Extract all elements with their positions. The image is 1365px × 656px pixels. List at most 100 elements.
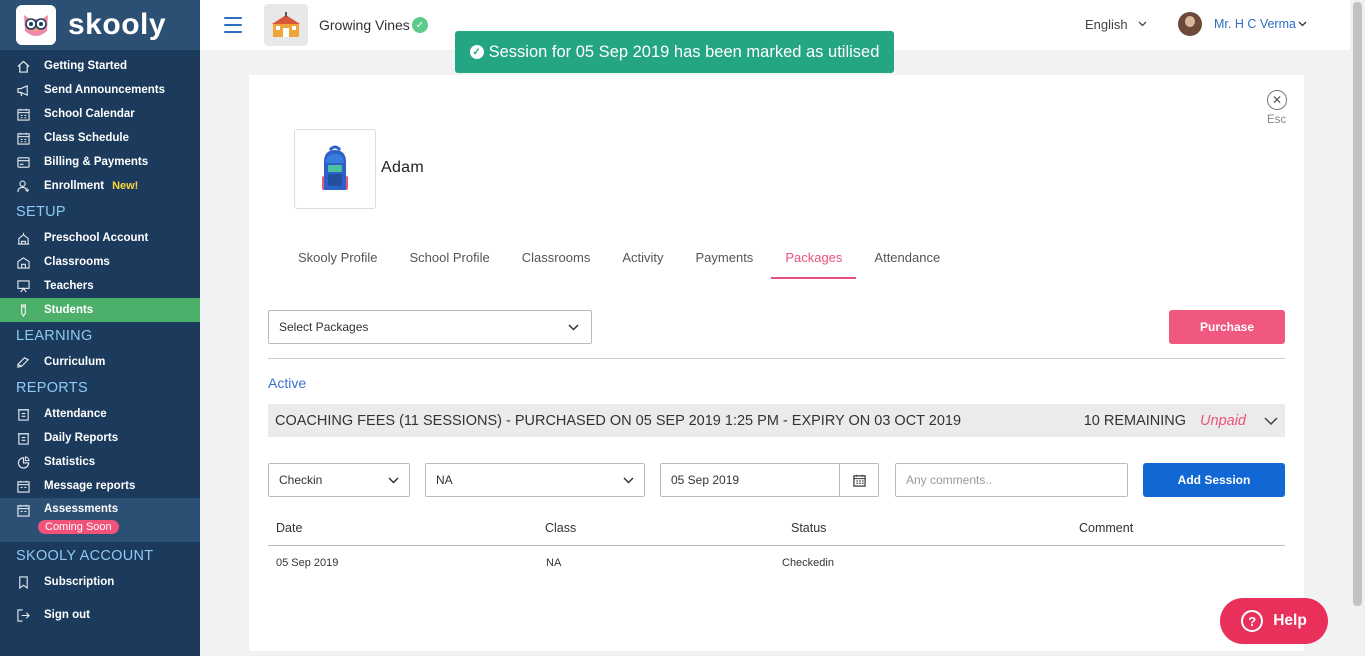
active-section-label: Active xyxy=(268,375,307,391)
sidebar-item-label: Send Announcements xyxy=(44,84,165,96)
table-cell-date: 05 Sep 2019 xyxy=(276,557,339,569)
clipboard-icon xyxy=(16,431,30,445)
chevron-down-icon[interactable] xyxy=(1264,413,1278,429)
verified-icon: ✓ xyxy=(411,17,428,33)
sidebar-item-attendance[interactable]: Attendance xyxy=(0,402,200,426)
table-divider xyxy=(268,545,1285,546)
select-packages-dropdown[interactable]: Select Packages xyxy=(268,310,592,344)
language-label: English xyxy=(1085,17,1128,32)
menu-toggle-icon[interactable] xyxy=(224,17,242,33)
tab-skooly-profile[interactable]: Skooly Profile xyxy=(284,240,391,279)
sidebar-item-label: Teachers xyxy=(44,280,94,292)
book-icon xyxy=(16,355,30,369)
sidebar-item-teachers[interactable]: Teachers xyxy=(0,274,200,298)
owl-logo-icon xyxy=(16,5,56,45)
table-header-status[interactable]: Status xyxy=(791,521,826,535)
table-header-comment[interactable]: Comment xyxy=(1079,521,1133,535)
tab-payments[interactable]: Payments xyxy=(682,240,768,279)
success-toast: ✓ Session for 05 Sep 2019 has been marke… xyxy=(455,31,894,73)
user-menu[interactable]: Mr. H C Verma xyxy=(1178,12,1307,36)
scrollbar-thumb[interactable] xyxy=(1353,2,1362,606)
sidebar-item-label: Preschool Account xyxy=(44,232,149,244)
school-name[interactable]: Growing Vines ✓ xyxy=(319,17,428,33)
sidebar-item-message-reports[interactable]: Message reports xyxy=(0,474,200,498)
sidebar-item-label: Subscription xyxy=(44,576,115,588)
logo[interactable]: skooly xyxy=(0,0,200,50)
logo-text: skooly xyxy=(68,8,167,41)
calendar-icon xyxy=(16,131,30,145)
backpack-icon xyxy=(322,145,348,190)
date-input[interactable]: 05 Sep 2019 xyxy=(660,463,840,497)
sign-out-icon xyxy=(16,608,30,622)
sidebar-item-daily-reports[interactable]: Daily Reports xyxy=(0,426,200,450)
comment-input[interactable]: Any comments.. xyxy=(895,463,1128,497)
sidebar-item-label: Getting Started xyxy=(44,60,128,72)
esc-label: Esc xyxy=(1267,114,1287,126)
sidebar-item-assessments[interactable]: Assessments Coming Soon xyxy=(0,498,200,542)
language-select[interactable]: English xyxy=(1085,17,1147,32)
select-packages-label: Select Packages xyxy=(279,320,369,334)
sidebar-item-getting-started[interactable]: Getting Started xyxy=(0,54,200,78)
session-type-value: Checkin xyxy=(279,473,323,487)
toast-message: Session for 05 Sep 2019 has been marked … xyxy=(488,42,880,61)
student-avatar xyxy=(294,129,376,209)
page-scrollbar[interactable] xyxy=(1350,0,1365,656)
sidebar-item-school-calendar[interactable]: School Calendar xyxy=(0,102,200,126)
sidebar-item-curriculum[interactable]: Curriculum xyxy=(0,350,200,374)
sidebar-item-label: Class Schedule xyxy=(44,132,130,144)
user-add-icon xyxy=(16,179,30,193)
tab-classrooms[interactable]: Classrooms xyxy=(508,240,605,279)
tab-attendance[interactable]: Attendance xyxy=(860,240,954,279)
chevron-down-icon xyxy=(1298,19,1307,30)
session-type-select[interactable]: Checkin xyxy=(268,463,410,497)
student-panel: ✕ Esc Adam Skooly Profile School Profile… xyxy=(249,75,1304,651)
close-icon[interactable]: ✕ xyxy=(1267,90,1287,110)
pencil-icon xyxy=(16,303,30,317)
sidebar-nav: Getting Started Send Announcements Schoo… xyxy=(0,50,200,627)
sidebar-item-label: School Calendar xyxy=(44,108,135,120)
sidebar-item-subscription[interactable]: Subscription xyxy=(0,570,200,594)
tab-school-profile[interactable]: School Profile xyxy=(395,240,503,279)
help-label: Help xyxy=(1273,612,1307,629)
sidebar-item-preschool-account[interactable]: Preschool Account xyxy=(0,226,200,250)
sidebar-item-class-schedule[interactable]: Class Schedule xyxy=(0,126,200,150)
table-cell-class: NA xyxy=(546,557,562,569)
sidebar-item-statistics[interactable]: Statistics xyxy=(0,450,200,474)
sidebar-item-label: Enrollment xyxy=(44,180,105,192)
package-row[interactable]: COACHING FEES (11 SESSIONS) - PURCHASED … xyxy=(268,404,1285,437)
teacher-icon xyxy=(16,279,30,293)
table-header-date[interactable]: Date xyxy=(276,521,302,535)
calendar-icon[interactable] xyxy=(839,463,879,497)
class-select[interactable]: NA xyxy=(425,463,645,497)
add-session-button[interactable]: Add Session xyxy=(1143,463,1285,497)
help-button[interactable]: ? Help xyxy=(1220,598,1328,644)
student-name: Adam xyxy=(381,159,424,176)
package-title: COACHING FEES (11 SESSIONS) - PURCHASED … xyxy=(275,412,962,429)
sidebar-item-label: Classrooms xyxy=(44,256,110,268)
tab-activity[interactable]: Activity xyxy=(608,240,677,279)
sidebar-item-send-announcements[interactable]: Send Announcements xyxy=(0,78,200,102)
sidebar-item-label: Sign out xyxy=(44,609,90,621)
comment-placeholder: Any comments.. xyxy=(906,473,993,487)
purchase-button[interactable]: Purchase xyxy=(1169,310,1285,344)
sidebar-item-students[interactable]: Students xyxy=(0,298,200,322)
sessions-remaining: 10 REMAINING xyxy=(1083,412,1187,429)
sidebar-item-label: Students xyxy=(44,304,94,316)
building-icon xyxy=(16,255,30,269)
table-header-class[interactable]: Class xyxy=(545,521,576,535)
calendar-icon xyxy=(16,107,30,121)
sidebar-item-label: Assessments xyxy=(44,503,119,515)
sidebar-item-enrollment[interactable]: Enrollment New! xyxy=(0,174,200,198)
sidebar-item-label: Statistics xyxy=(44,456,96,468)
section-setup: SETUP xyxy=(16,204,66,220)
sidebar-item-classrooms[interactable]: Classrooms xyxy=(0,250,200,274)
calendar-icon xyxy=(16,479,30,493)
section-reports: REPORTS xyxy=(16,380,88,396)
tab-packages[interactable]: Packages xyxy=(771,240,857,279)
sidebar-item-label: Attendance xyxy=(44,408,107,420)
sidebar-item-billing[interactable]: Billing & Payments xyxy=(0,150,200,174)
sidebar-item-sign-out[interactable]: Sign out xyxy=(0,603,200,627)
avatar xyxy=(1178,12,1202,36)
sidebar-item-label: Billing & Payments xyxy=(44,156,149,168)
home-icon xyxy=(16,59,30,73)
